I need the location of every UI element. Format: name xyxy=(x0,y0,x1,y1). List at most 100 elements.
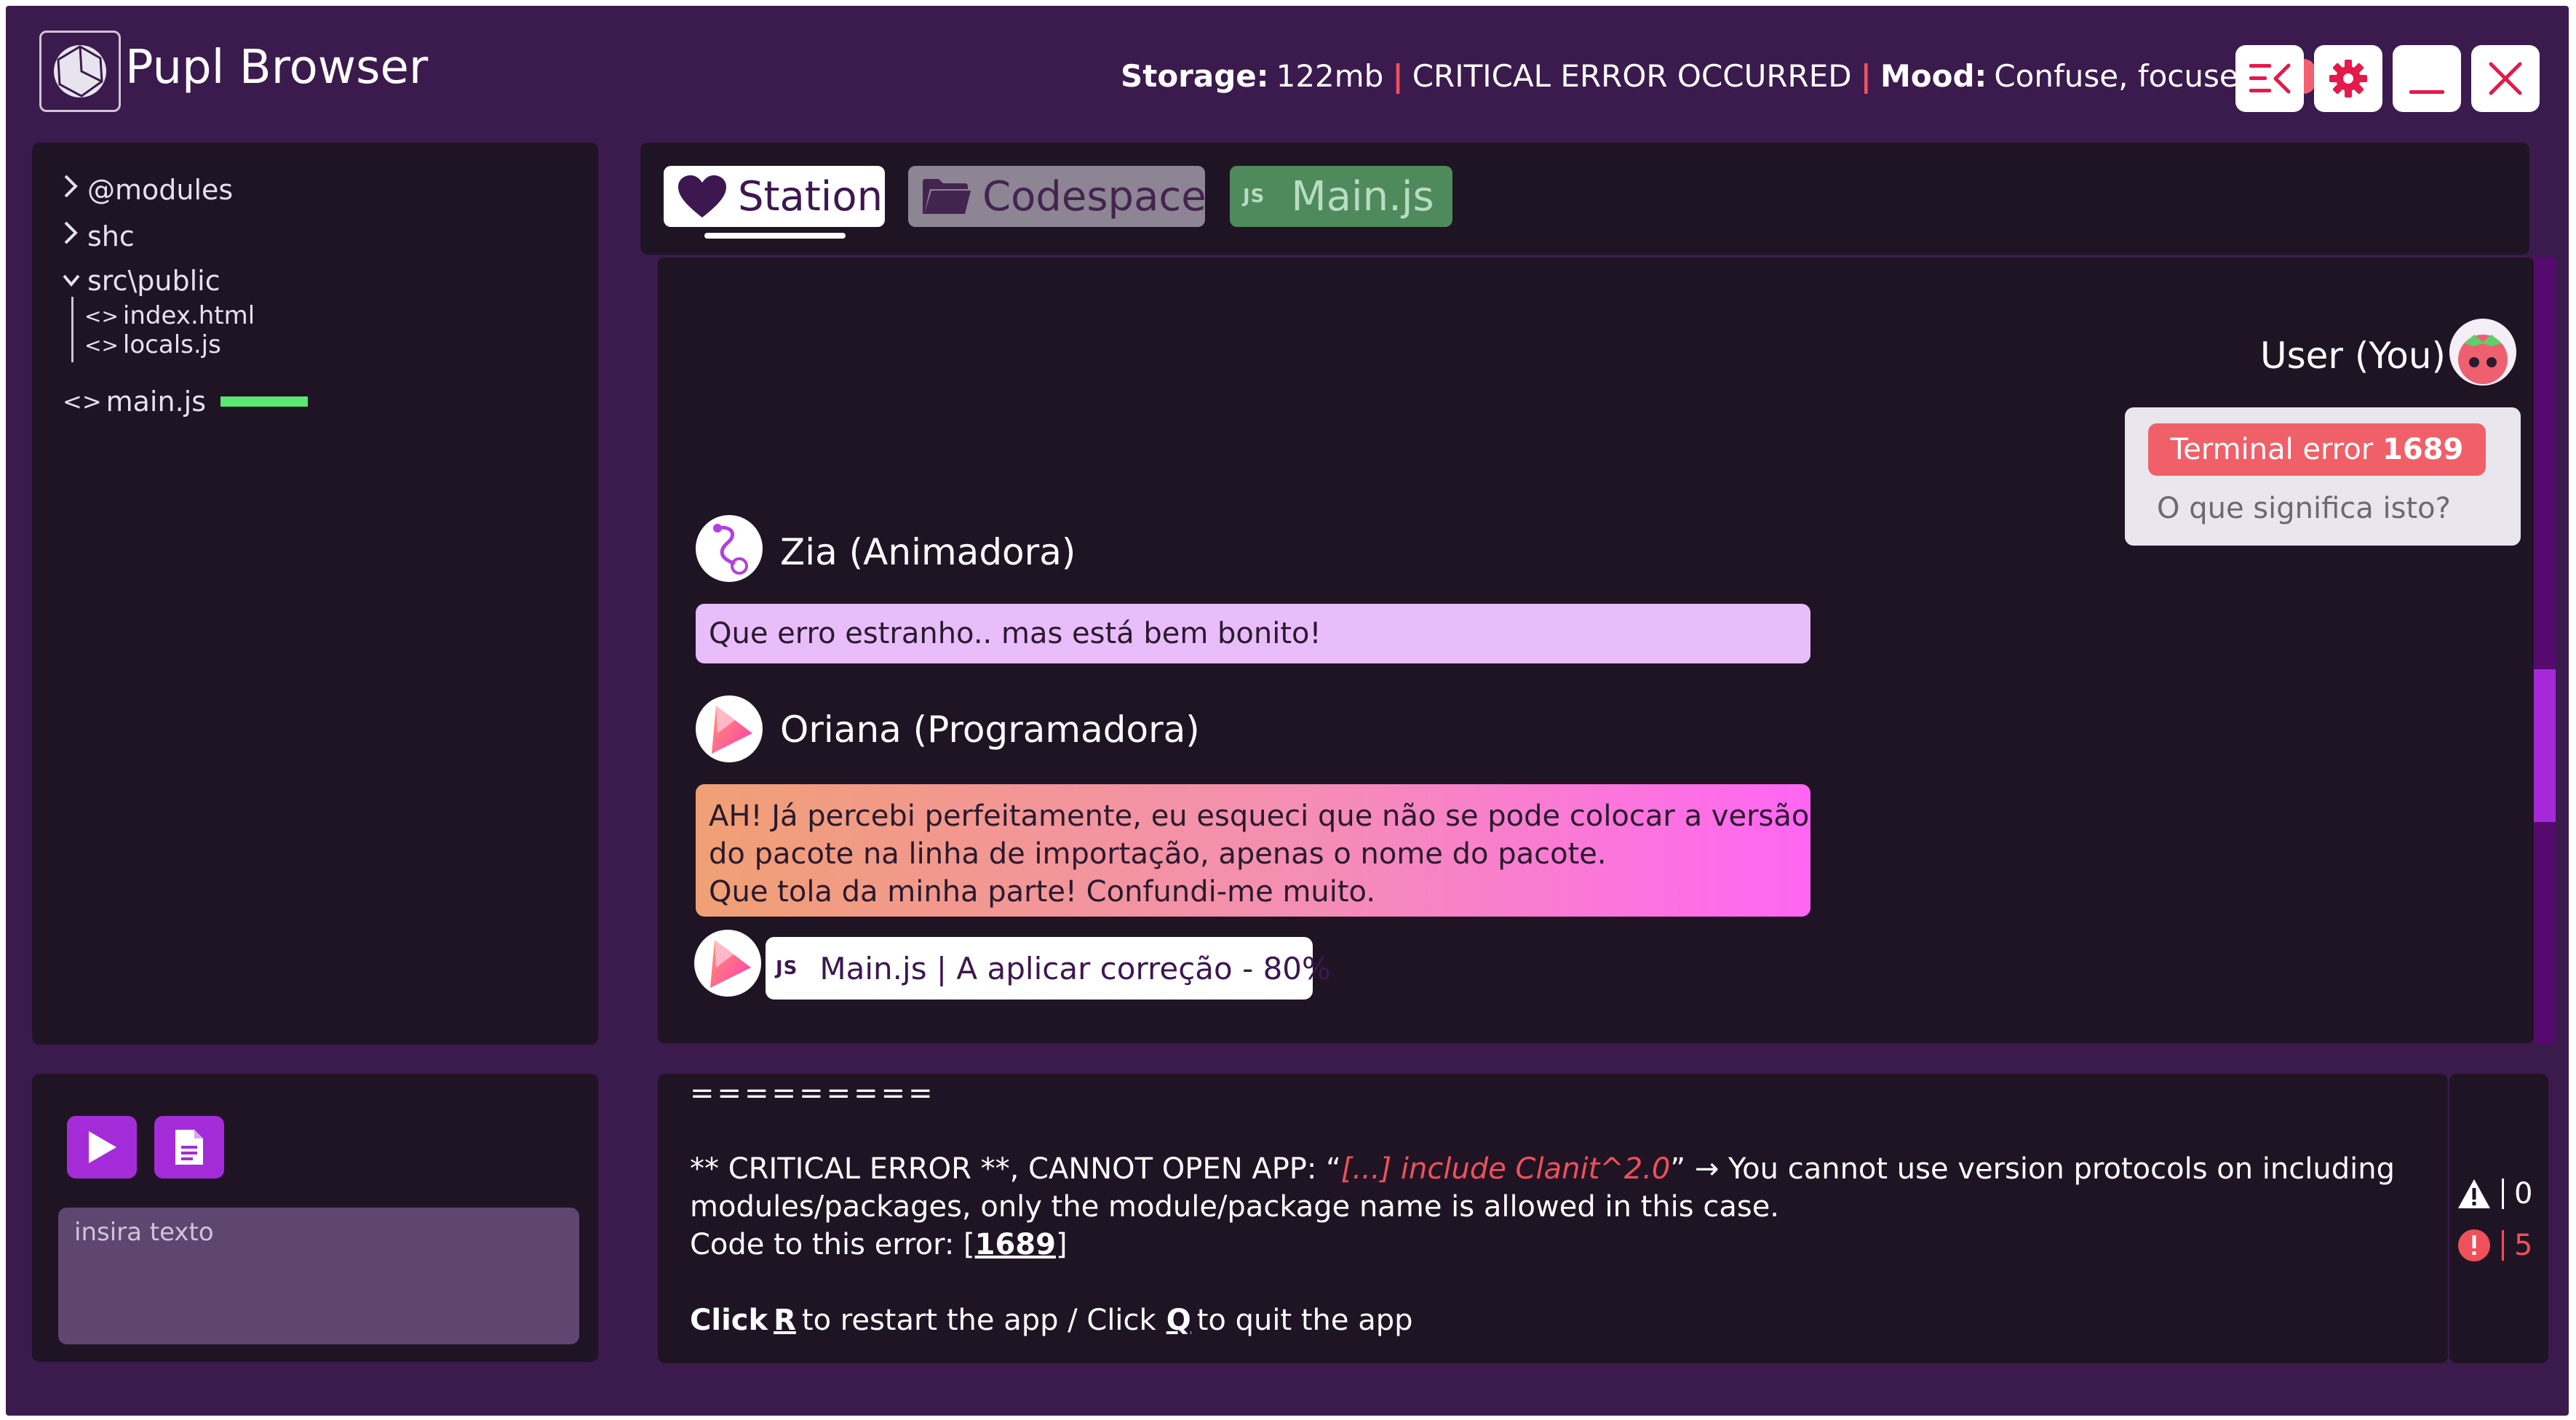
error-pill-label: Terminal error xyxy=(2170,433,2382,466)
tree-label: src\public xyxy=(87,265,220,297)
chevron-right-icon xyxy=(61,173,83,206)
counter-divider xyxy=(2502,1178,2504,1209)
heart-icon xyxy=(678,175,726,218)
error-count: 5 xyxy=(2514,1229,2533,1262)
chevron-down-icon xyxy=(61,265,83,297)
sender-name-user: User (You) xyxy=(2260,335,2446,377)
user-avatar xyxy=(2449,319,2516,386)
run-button[interactable] xyxy=(67,1116,137,1178)
tree-guide-line xyxy=(71,297,73,362)
terminal-code-line: Code to this error: [1689] xyxy=(690,1228,1068,1261)
active-tab-indicator xyxy=(704,233,846,239)
sender-name-zia: Zia (Animadora) xyxy=(780,531,1076,573)
tree-folder-modules[interactable]: @modules xyxy=(61,173,233,206)
tab-main-js[interactable]: JS Main.js xyxy=(1230,166,1452,227)
tab-station[interactable]: Station xyxy=(664,166,885,227)
minimize-icon xyxy=(2409,90,2444,94)
status-separator: | xyxy=(1392,58,1404,94)
code-file-icon: <> xyxy=(84,332,119,357)
warning-counter: 0 xyxy=(2457,1177,2532,1210)
quit-text: to quit the app xyxy=(1196,1304,1413,1337)
tree-file-index-html[interactable]: <> index.html xyxy=(84,301,255,330)
task-status-text: Main.js | A aplicar correção - 80% xyxy=(819,950,1331,986)
oriana-message: AH! Já percebi perfeitamente, eu esqueci… xyxy=(696,784,1810,917)
terminal-code-prefix: Code to this error: [ xyxy=(690,1228,975,1261)
restart-text: to restart the app / Click xyxy=(801,1304,1156,1337)
terminal-counters xyxy=(2449,1074,2548,1363)
tab-codespace[interactable]: Codespace xyxy=(908,166,1206,227)
tree-folder-shc[interactable]: shc xyxy=(61,220,135,252)
play-icon xyxy=(89,1131,116,1163)
terminal-error-prefix: ** CRITICAL ERROR **, CANNOT OPEN APP: “ xyxy=(690,1152,1341,1186)
error-icon xyxy=(2458,1229,2490,1261)
oriana-message-line: AH! Já percebi perfeitamente, eu esqueci… xyxy=(709,799,1810,833)
user-question: O que significa isto? xyxy=(2157,492,2451,525)
storage-value: 122mb xyxy=(1276,58,1384,94)
chat-scrollbar-thumb[interactable] xyxy=(2534,669,2556,822)
terminal-instructions: Click Rto restart the app / Click Qto quit… xyxy=(690,1304,1413,1337)
settings-button[interactable] xyxy=(2314,45,2382,112)
tree-file-locals-js[interactable]: <> locals.js xyxy=(84,330,221,359)
terminal-error-code: 1689 xyxy=(974,1228,1056,1261)
error-pill-code: 1689 xyxy=(2382,433,2464,466)
storage-label: Storage: xyxy=(1121,58,1269,94)
terminal-error-line-2: modules/packages, only the module/packag… xyxy=(690,1190,1780,1224)
oriana-message-line: Que tola da minha parte! Confundi-me mui… xyxy=(709,875,1376,909)
mood-label: Mood: xyxy=(1880,58,1987,94)
code-file-icon: <> xyxy=(84,303,119,328)
restart-key[interactable]: R xyxy=(774,1304,796,1337)
app-title: Pupl Browser xyxy=(125,41,429,95)
warning-icon xyxy=(2458,1179,2490,1208)
menu-collapse-button[interactable] xyxy=(2235,45,2304,112)
sender-name-oriana: Oriana (Programadora) xyxy=(780,709,1200,751)
zia-message: Que erro estranho.. mas está bem bonito! xyxy=(696,604,1810,663)
code-file-icon: <> xyxy=(63,388,102,415)
tree-label: shc xyxy=(87,220,135,252)
js-icon: JS xyxy=(776,957,798,979)
menu-collapse-icon xyxy=(2249,63,2291,94)
click-label: Click xyxy=(690,1304,768,1337)
zia-avatar xyxy=(696,515,763,582)
counter-divider xyxy=(2502,1230,2504,1261)
quit-key[interactable]: Q xyxy=(1166,1304,1191,1337)
warning-count: 0 xyxy=(2514,1177,2533,1210)
chat-scrollbar-track[interactable] xyxy=(2534,258,2556,1043)
minimize-button[interactable] xyxy=(2393,45,2461,112)
oriana-avatar xyxy=(696,695,763,762)
terminal-code-suffix: ] xyxy=(1055,1228,1068,1261)
terminal-error-suffix: ” → You cannot use version protocols on … xyxy=(1670,1152,2395,1186)
oriana-avatar xyxy=(694,930,761,997)
task-status-chip[interactable]: JS Main.js | A aplicar correção - 80% xyxy=(766,937,1331,1000)
text-input[interactable] xyxy=(58,1208,579,1344)
terminal-error-pill[interactable]: Terminal error 1689 xyxy=(2148,423,2486,476)
document-button[interactable] xyxy=(154,1116,224,1178)
close-button[interactable] xyxy=(2471,45,2540,112)
close-icon xyxy=(2489,62,2522,95)
mood-value: Confuse, focused xyxy=(1994,58,2258,94)
app-logo xyxy=(39,31,121,112)
zia-message-text: Que erro estranho.. mas está bem bonito! xyxy=(709,617,1321,650)
tab-label: Codespace xyxy=(982,172,1206,220)
document-icon xyxy=(175,1130,203,1165)
tree-label: main.js xyxy=(106,386,207,418)
terminal-error-line: ** CRITICAL ERROR **, CANNOT OPEN APP: “… xyxy=(690,1152,2395,1186)
status-bar: Storage: 122mb | CRITICAL ERROR OCCURRED… xyxy=(1121,58,2316,94)
tree-file-main-js[interactable]: <> main.js xyxy=(63,386,309,418)
gear-icon xyxy=(2329,60,2367,97)
tab-label: Station xyxy=(738,172,883,220)
oriana-message-line: do pacote na linha de importação, apenas… xyxy=(709,837,1607,871)
error-status: CRITICAL ERROR OCCURRED xyxy=(1412,58,1852,94)
terminal-error-snippet: [...] include Clanit^2.0 xyxy=(1340,1152,1671,1186)
error-counter: 5 xyxy=(2457,1228,2532,1263)
tree-folder-src-public[interactable]: src\public xyxy=(61,265,220,297)
tree-label: @modules xyxy=(87,173,234,206)
terminal-rule: ========= xyxy=(690,1077,936,1110)
tree-label: index.html xyxy=(122,301,255,330)
tree-label: locals.js xyxy=(122,330,221,359)
folder-icon xyxy=(923,179,971,214)
file-progress-bar xyxy=(220,396,309,407)
tab-label: Main.js xyxy=(1291,172,1434,220)
status-separator: | xyxy=(1860,58,1872,94)
chevron-right-icon xyxy=(61,220,83,252)
js-icon: JS xyxy=(1243,186,1265,207)
